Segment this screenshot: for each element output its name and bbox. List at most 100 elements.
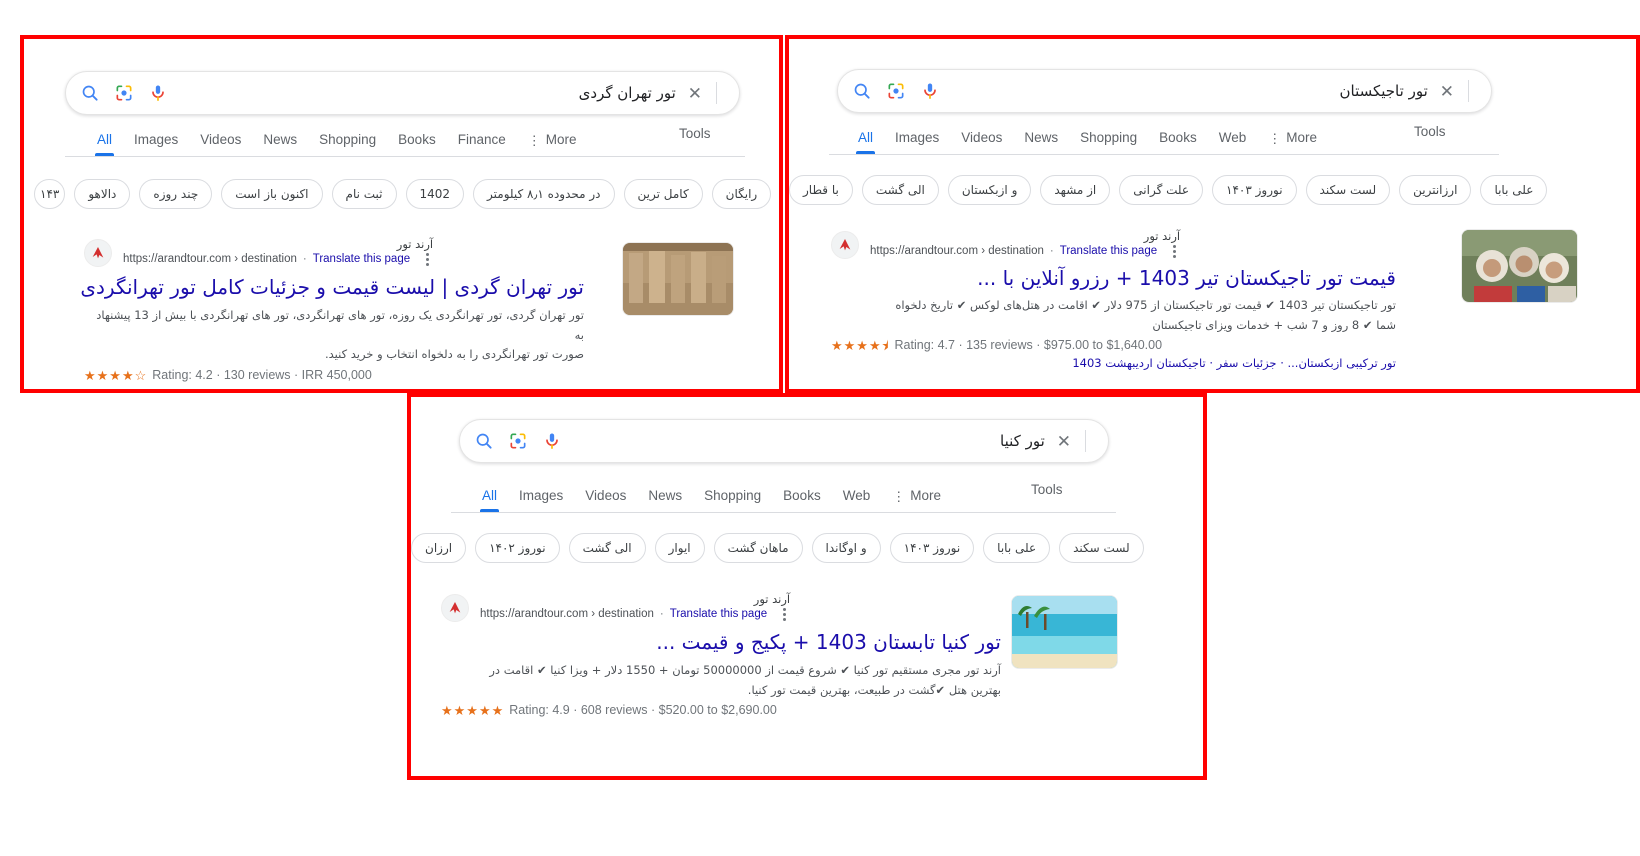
translate-page-link[interactable]: Translate this page bbox=[1060, 244, 1157, 260]
result-url-line: https://arandtour.com › destination · Tr… bbox=[123, 251, 433, 268]
result-options-kebab-icon[interactable] bbox=[422, 251, 433, 268]
tab-news[interactable]: News bbox=[1013, 130, 1069, 154]
result-options-kebab-icon[interactable] bbox=[1169, 243, 1180, 260]
tab-images[interactable]: Images bbox=[123, 132, 189, 156]
clear-search-icon[interactable]: ✕ bbox=[1434, 83, 1466, 100]
filter-chip[interactable]: نوروز ۱۴۰۳ bbox=[889, 533, 975, 563]
rating-text: Rating: 4.9 · 608 reviews · $520.00 to $… bbox=[509, 703, 777, 718]
nav-tabs: All Images Videos News Shopping Books Fi… bbox=[86, 126, 588, 156]
tab-images[interactable]: Images bbox=[884, 130, 950, 154]
filter-chip[interactable]: ماهان گشت bbox=[713, 533, 803, 563]
mic-icon[interactable] bbox=[920, 81, 940, 101]
filter-chip[interactable]: ارزانترین bbox=[1399, 175, 1472, 205]
tab-shopping[interactable]: Shopping bbox=[308, 132, 387, 156]
result-thumbnail[interactable] bbox=[1461, 229, 1578, 303]
tab-more[interactable]: ⋮ More bbox=[517, 132, 588, 156]
filter-chip[interactable]: نوروز ۱۴۰۳ bbox=[1212, 175, 1297, 205]
result-header: آرند تور https://arandtour.com › destina… bbox=[831, 229, 1396, 260]
result-sitelinks[interactable]: تور ترکیبی ازبکستان... · جزئیات سفر · تا… bbox=[831, 356, 1396, 370]
filter-chip[interactable]: رایگان bbox=[711, 179, 772, 209]
result-title[interactable]: قیمت تور تاجیکستان تیر 1403 + رزرو آنلای… bbox=[831, 265, 1396, 291]
tab-videos[interactable]: Videos bbox=[950, 130, 1013, 154]
google-lens-icon[interactable] bbox=[508, 431, 528, 451]
tab-news[interactable]: News bbox=[252, 132, 308, 156]
tab-books[interactable]: Books bbox=[387, 132, 447, 156]
tab-all[interactable]: All bbox=[86, 132, 123, 156]
tab-web[interactable]: Web bbox=[1208, 130, 1258, 154]
filter-chip[interactable]: اکنون باز است bbox=[221, 179, 323, 209]
filter-chip[interactable]: و اوگاندا bbox=[811, 533, 881, 563]
search-icon[interactable] bbox=[852, 81, 872, 101]
search-input[interactable]: تور تاجیکستان bbox=[940, 82, 1434, 100]
filter-chip[interactable]: 1402 bbox=[405, 179, 465, 209]
filter-chip[interactable]: ثبت نام bbox=[331, 179, 397, 209]
rating-line: ★★★★★ Rating: 4.9 · 608 reviews · $520.0… bbox=[441, 703, 1001, 717]
snippet-line: آرند تور مجری مستقیم تور کنیا ✔ شروع قیم… bbox=[489, 663, 1001, 678]
tab-all[interactable]: All bbox=[471, 488, 508, 512]
filter-chip[interactable]: علی بابا bbox=[1480, 175, 1548, 205]
filter-chip[interactable]: الی گشت bbox=[861, 175, 939, 205]
google-lens-icon[interactable] bbox=[114, 83, 134, 103]
search-icon[interactable] bbox=[80, 83, 100, 103]
url-separator: · bbox=[659, 608, 664, 621]
tab-web[interactable]: Web bbox=[832, 488, 882, 512]
result-url[interactable]: https://arandtour.com › destination bbox=[870, 244, 1044, 260]
tools-button[interactable]: Tools bbox=[679, 126, 711, 141]
tab-news[interactable]: News bbox=[637, 488, 693, 512]
tab-shopping[interactable]: Shopping bbox=[693, 488, 772, 512]
filter-chip[interactable]: ۱۴۳ bbox=[34, 179, 66, 209]
result-options-kebab-icon[interactable] bbox=[779, 606, 790, 623]
filter-chip[interactable]: علی بابا bbox=[983, 533, 1051, 563]
search-bar[interactable]: ✕ تور تاجیکستان bbox=[837, 69, 1492, 113]
google-lens-icon[interactable] bbox=[886, 81, 906, 101]
tab-shopping[interactable]: Shopping bbox=[1069, 130, 1148, 154]
result-title[interactable]: تور کنیا تابستان 1403 + پکیج و قیمت ... bbox=[441, 629, 1001, 655]
filter-chip[interactable]: دالاهو bbox=[74, 179, 131, 209]
filter-chip[interactable]: ارزان bbox=[411, 533, 467, 563]
result-url[interactable]: https://arandtour.com › destination bbox=[123, 252, 297, 268]
filter-chip[interactable]: کامل ترین bbox=[623, 179, 703, 209]
search-bar[interactable]: ✕ تور کنیا bbox=[459, 419, 1109, 463]
clear-search-icon[interactable]: ✕ bbox=[1051, 433, 1083, 450]
search-input[interactable]: تور تهران گردی bbox=[168, 84, 682, 102]
result-url[interactable]: https://arandtour.com › destination bbox=[480, 607, 654, 623]
result-thumbnail[interactable] bbox=[1011, 595, 1118, 669]
search-bar[interactable]: ✕ تور تهران گردی bbox=[65, 71, 740, 115]
search-result: آرند تور https://arandtour.com › destina… bbox=[441, 592, 1001, 717]
filter-chip[interactable]: چند روزه bbox=[139, 179, 213, 209]
mic-icon[interactable] bbox=[148, 83, 168, 103]
search-icon[interactable] bbox=[474, 431, 494, 451]
tab-all[interactable]: All bbox=[847, 130, 884, 154]
search-bar-divider bbox=[1468, 80, 1469, 102]
tab-more[interactable]: ⋮ More bbox=[1257, 130, 1328, 154]
rating-stars: ★★★★☆ bbox=[84, 367, 148, 383]
tab-videos[interactable]: Videos bbox=[189, 132, 252, 156]
clear-search-icon[interactable]: ✕ bbox=[682, 85, 714, 102]
site-name: آرند تور bbox=[753, 592, 791, 606]
filter-chip[interactable]: لست سکند bbox=[1305, 175, 1391, 205]
filter-chip[interactable]: علت گرانی bbox=[1119, 175, 1204, 205]
tab-books[interactable]: Books bbox=[1148, 130, 1208, 154]
result-title[interactable]: تور تهران گردی | لیست قیمت و جزئیات کامل… bbox=[80, 274, 584, 300]
tools-button[interactable]: Tools bbox=[1031, 482, 1063, 497]
filter-chip[interactable]: از مشهد bbox=[1040, 175, 1111, 205]
tab-images[interactable]: Images bbox=[508, 488, 574, 512]
filter-chip[interactable]: لست سکند bbox=[1059, 533, 1144, 563]
filter-chip[interactable]: در محدوده ۸٫۱ کیلومتر bbox=[473, 179, 615, 209]
translate-page-link[interactable]: Translate this page bbox=[670, 607, 767, 623]
tools-button[interactable]: Tools bbox=[1414, 124, 1446, 139]
search-input[interactable]: تور کنیا bbox=[562, 432, 1051, 450]
tab-more[interactable]: ⋮ More bbox=[881, 488, 952, 512]
filter-chip[interactable]: و ازبکستان bbox=[947, 175, 1032, 205]
filter-chip[interactable]: نوروز ۱۴۰۲ bbox=[475, 533, 560, 563]
tab-finance[interactable]: Finance bbox=[447, 132, 517, 156]
translate-page-link[interactable]: Translate this page bbox=[313, 252, 410, 268]
filter-chip[interactable]: با قطار bbox=[789, 175, 853, 205]
filter-chip[interactable]: ایوار bbox=[654, 533, 705, 563]
result-header: آرند تور https://arandtour.com › destina… bbox=[441, 592, 1001, 623]
tab-books[interactable]: Books bbox=[772, 488, 832, 512]
tab-videos[interactable]: Videos bbox=[574, 488, 637, 512]
result-thumbnail[interactable] bbox=[622, 242, 734, 316]
filter-chip[interactable]: الی گشت bbox=[568, 533, 646, 563]
mic-icon[interactable] bbox=[542, 431, 562, 451]
